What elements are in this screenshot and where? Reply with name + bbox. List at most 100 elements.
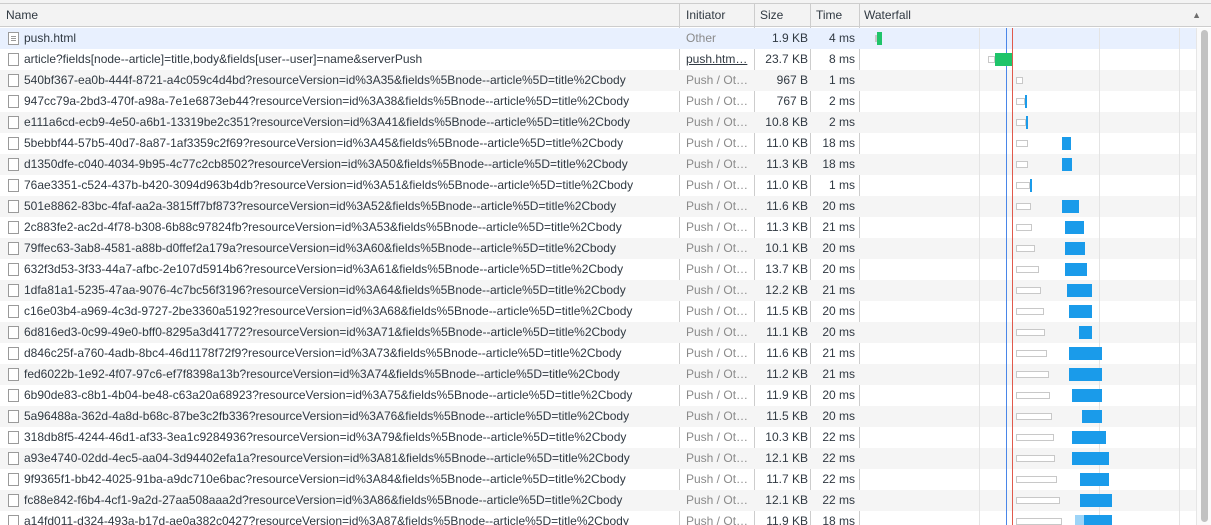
request-name: 1dfa81a1-5235-47aa-9076-4c7bc56f3196?res… <box>24 283 626 297</box>
file-icon <box>8 305 19 318</box>
file-icon <box>8 200 19 213</box>
waterfall-receiving-bar <box>1029 179 1032 192</box>
request-name: 318db8f5-4244-46d1-af33-3ea1c9284936?res… <box>24 430 627 444</box>
waterfall-receiving-bar <box>1083 515 1113 525</box>
waterfall-gridline <box>1179 28 1180 525</box>
request-initiator: Push / Ot… <box>686 220 749 234</box>
request-name: 947cc79a-2bd3-470f-a98a-7e1e6873eb44?res… <box>24 94 630 108</box>
waterfall-receiving-bar <box>1068 368 1103 381</box>
request-size: 10.3 KB <box>765 430 808 444</box>
request-initiator: Push / Ot… <box>686 493 749 507</box>
waterfall-receiving-bar <box>1068 347 1103 360</box>
request-name: article?fields[node--article]=title,body… <box>24 52 423 66</box>
waterfall-waiting-bar <box>1015 413 1052 420</box>
html-file-icon <box>8 32 19 45</box>
request-time: 18 ms <box>822 136 855 150</box>
request-size: 11.0 KB <box>766 178 808 192</box>
file-icon <box>8 494 19 507</box>
dom-content-loaded-marker <box>1006 28 1007 525</box>
request-name: 632f3d53-3f33-44a7-afbc-2e107d5914b6?res… <box>24 262 624 276</box>
request-size: 11.5 KB <box>766 409 808 423</box>
waterfall-timeline <box>861 28 1196 525</box>
request-time: 2 ms <box>828 115 855 129</box>
waterfall-receiving-bar <box>1062 137 1072 150</box>
request-time: 21 ms <box>822 367 855 381</box>
request-initiator: Push / Ot… <box>686 178 749 192</box>
request-size: 11.1 KB <box>766 325 808 339</box>
vertical-scrollbar[interactable] <box>1196 28 1211 525</box>
request-initiator[interactable]: push.htm… <box>686 49 754 70</box>
waterfall-waiting-bar <box>1015 203 1031 210</box>
column-header-waterfall[interactable]: Waterfall <box>858 4 911 26</box>
request-size: 11.0 KB <box>766 136 808 150</box>
request-initiator: Push / Ot… <box>686 241 749 255</box>
waterfall-receiving-bar <box>1072 389 1103 402</box>
waterfall-receiving-bar <box>1072 431 1106 444</box>
waterfall-waiting-bar <box>988 56 995 63</box>
waterfall-receiving-bar <box>1062 158 1073 171</box>
sort-ascending-icon[interactable]: ▲ <box>1192 4 1201 26</box>
request-time: 20 ms <box>822 241 855 255</box>
request-name: fc88e842-f6b4-4cf1-9a2d-27aa508aaa2d?res… <box>24 493 623 507</box>
file-icon <box>8 284 19 297</box>
request-initiator: Push / Ot… <box>686 430 749 444</box>
scrollbar-thumb[interactable] <box>1201 30 1208 522</box>
request-name: c16e03b4-a969-4c3d-9727-2be3360a5192?res… <box>24 304 633 318</box>
waterfall-waiting-bar <box>1015 161 1029 168</box>
column-header-initiator[interactable]: Initiator <box>680 4 725 26</box>
request-initiator: Push / Ot… <box>686 388 749 402</box>
column-header-size[interactable]: Size <box>754 4 783 26</box>
request-time: 20 ms <box>822 388 855 402</box>
request-size: 967 B <box>776 73 808 87</box>
waterfall-waiting-bar <box>1015 476 1057 483</box>
file-icon <box>8 347 19 360</box>
request-time: 22 ms <box>822 472 855 486</box>
waterfall-receiving-bar <box>1065 221 1084 234</box>
request-size: 11.9 KB <box>766 388 808 402</box>
request-size: 11.3 KB <box>766 157 808 171</box>
request-initiator: Push / Ot… <box>686 157 749 171</box>
file-icon <box>8 179 19 192</box>
request-initiator: Push / Ot… <box>686 514 749 525</box>
request-name: 9f9365f1-bb42-4025-91ba-a9dc710e6bac?res… <box>24 472 626 486</box>
waterfall-receiving-bar <box>1025 95 1028 108</box>
waterfall-waiting-bar <box>1015 455 1056 462</box>
request-size: 10.1 KB <box>765 241 808 255</box>
request-time: 20 ms <box>822 199 855 213</box>
waterfall-waiting-bar <box>1015 119 1027 126</box>
request-time: 21 ms <box>822 346 855 360</box>
file-icon <box>8 116 19 129</box>
column-header-time[interactable]: Time <box>810 4 842 26</box>
waterfall-receiving-bar <box>877 32 882 45</box>
request-initiator: Push / Ot… <box>686 94 749 108</box>
file-icon <box>8 242 19 255</box>
waterfall-receiving-bar <box>1065 263 1088 276</box>
request-initiator: Push / Ot… <box>686 451 749 465</box>
request-time: 20 ms <box>822 304 855 318</box>
request-name: a93e4740-02dd-4ec5-aa04-3d94402efa1a?res… <box>24 451 630 465</box>
waterfall-waiting-bar <box>1015 77 1024 84</box>
request-time: 21 ms <box>822 220 855 234</box>
request-time: 20 ms <box>822 262 855 276</box>
request-name: fed6022b-1e92-4f07-97c6-ef7f8398a13b?res… <box>24 367 620 381</box>
request-initiator: Push / Ot… <box>686 115 749 129</box>
request-name: d1350dfe-c040-4034-9b95-4c77c2cb8502?res… <box>24 157 628 171</box>
column-header-name[interactable]: Name <box>0 4 38 26</box>
request-initiator: Push / Ot… <box>686 346 749 360</box>
request-time: 20 ms <box>822 325 855 339</box>
request-size: 11.3 KB <box>766 220 808 234</box>
request-size: 23.7 KB <box>765 52 808 66</box>
waterfall-waiting-bar <box>1015 287 1042 294</box>
request-time: 22 ms <box>822 493 855 507</box>
waterfall-receiving-bar <box>1026 116 1029 129</box>
request-name: 6d816ed3-0c99-49e0-bff0-8295a3d41772?res… <box>24 325 627 339</box>
request-name: 501e8862-83bc-4faf-aa2a-3815ff7bf873?res… <box>24 199 617 213</box>
request-name: a14fd011-d324-493a-b17d-ae0a382c0427?res… <box>24 514 629 525</box>
file-icon <box>8 221 19 234</box>
request-name: 5bebbf44-57b5-40d7-8a87-1af3359c2f69?res… <box>24 136 624 150</box>
request-time: 22 ms <box>822 430 855 444</box>
request-initiator: Push / Ot… <box>686 199 749 213</box>
waterfall-receiving-bar <box>1082 410 1103 423</box>
file-icon <box>8 263 19 276</box>
file-icon <box>8 95 19 108</box>
